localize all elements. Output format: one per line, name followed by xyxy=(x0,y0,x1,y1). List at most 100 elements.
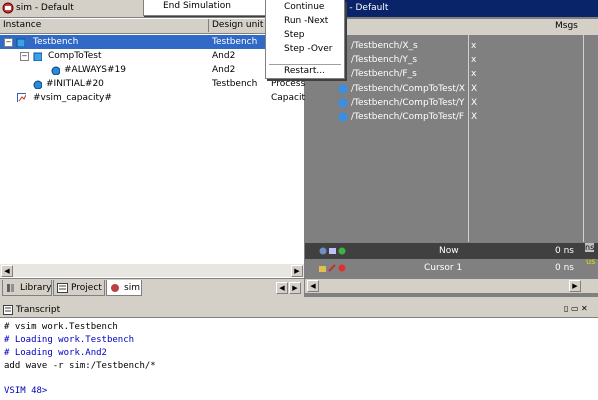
cursor-value: 0 ns xyxy=(555,263,574,273)
transcript-icon xyxy=(3,305,13,315)
menu-item-end-simulation[interactable]: End Simulation xyxy=(163,1,231,11)
column-header-design-unit-label: Design unit xyxy=(212,20,264,30)
wave-right-fragment: ns xyxy=(585,243,595,252)
transcript-line: # vsim work.Testbench xyxy=(4,322,118,332)
signal-value: X xyxy=(471,98,478,108)
design-unit: Testbench xyxy=(212,37,258,47)
scroll-left-button[interactable]: ◀ xyxy=(1,265,13,277)
transcript-line: add wave -r sim:/Testbench/* xyxy=(4,361,156,371)
signal-name: /Testbench/CompToTest/F xyxy=(351,112,465,122)
design-unit: And2 xyxy=(212,65,236,75)
wave-signal-row[interactable]: /Testbench/Y_s x xyxy=(305,53,598,67)
wave-right-fragment: us xyxy=(586,257,596,266)
window-controls-icon[interactable]: ▯ ▭ ✕ xyxy=(564,304,588,313)
wave-window-titlebar[interactable]: e - Default xyxy=(305,0,598,17)
column-header-design-unit[interactable]: Design unit xyxy=(209,19,269,32)
signal-diamond-icon xyxy=(337,83,349,95)
tree-column-headers: Instance Design unit xyxy=(0,19,304,34)
tab-sim-label: sim xyxy=(124,283,140,293)
transcript-pane: Transcript ▯ ▭ ✕ # vsim work.Testbench #… xyxy=(0,304,598,400)
tab-project[interactable]: Project xyxy=(53,280,105,296)
tree-row-always19[interactable]: #ALWAYS#19 And2 xyxy=(0,63,304,77)
signal-value: X xyxy=(471,112,478,122)
instance-name: #INITIAL#20 xyxy=(46,79,104,89)
tab-sim[interactable]: sim xyxy=(106,280,142,296)
sim-tab-bar: Library Project sim ◀ ▶ xyxy=(0,278,304,298)
scroll-left-button[interactable]: ◀ xyxy=(307,280,319,292)
process-icon xyxy=(33,80,42,89)
now-row[interactable]: Now 0 ns xyxy=(305,243,598,259)
sim-pane: sim - Default Instance Design unit − Tes… xyxy=(0,0,306,298)
wave-cursor-area: Now 0 ns Cursor 1 0 ns xyxy=(305,243,598,277)
collapse-icon[interactable]: − xyxy=(20,52,29,61)
sim-horizontal-scrollbar[interactable]: ◀ ▶ xyxy=(0,263,304,277)
signal-diamond-icon xyxy=(337,111,349,123)
instance-name: CompToTest xyxy=(48,51,102,61)
design-unit-type: Process xyxy=(271,79,306,89)
pane-splitter[interactable] xyxy=(0,297,598,304)
signal-name: /Testbench/CompToTest/X xyxy=(351,84,466,94)
simulate-menu: Continue Run -Next Step Step -Over Resta… xyxy=(265,0,345,79)
now-label: Now xyxy=(439,246,459,256)
tree-row-comptotest[interactable]: − CompToTest And2 xyxy=(0,49,304,63)
wave-signal-row[interactable]: /Testbench/F_s x xyxy=(305,67,598,81)
transcript-titlebar[interactable]: Transcript ▯ ▭ ✕ xyxy=(0,304,598,318)
wave-horizontal-scrollbar[interactable]: ◀ ▶ xyxy=(305,279,598,293)
design-unit: And2 xyxy=(212,51,236,61)
library-icon xyxy=(7,284,14,292)
signal-name: /Testbench/CompToTest/Y xyxy=(351,98,465,108)
tab-project-label: Project xyxy=(71,283,102,293)
signal-name: /Testbench/F_s xyxy=(351,69,417,79)
sim-icon xyxy=(111,284,119,292)
design-unit: Testbench xyxy=(212,79,258,89)
menu-item-step[interactable]: Step xyxy=(284,28,305,42)
instance-name: #vsim_capacity# xyxy=(33,93,112,103)
column-header-instance[interactable]: Instance xyxy=(0,19,209,32)
transcript-title: Transcript xyxy=(16,305,61,315)
signal-value: x xyxy=(471,69,477,79)
cursor-row[interactable]: Cursor 1 0 ns xyxy=(305,260,598,276)
menu-item-restart[interactable]: Restart... xyxy=(284,64,325,78)
signal-diamond-icon xyxy=(337,97,349,109)
wave-signal-row[interactable]: /Testbench/CompToTest/Y X xyxy=(305,96,598,110)
design-unit: Capacit xyxy=(271,93,306,103)
instance-name: #ALWAYS#19 xyxy=(64,65,126,75)
transcript-line: # Loading work.Testbench xyxy=(4,335,135,345)
sim-window-icon xyxy=(2,2,14,14)
signal-value: x xyxy=(471,55,477,65)
collapse-icon[interactable]: − xyxy=(4,38,13,47)
menu-item-continue[interactable]: Continue xyxy=(284,0,324,14)
wave-window-title: e - Default xyxy=(341,3,389,13)
wave-signal-row[interactable]: /Testbench/CompToTest/X X xyxy=(305,82,598,96)
signal-name: /Testbench/Y_s xyxy=(351,55,418,65)
instance-name: Testbench xyxy=(33,37,79,47)
msgs-header: Msgs xyxy=(555,21,578,31)
signal-value: X xyxy=(471,84,478,94)
module-icon xyxy=(33,52,42,61)
now-value: 0 ns xyxy=(555,246,574,256)
cursor-toolbar-icons[interactable] xyxy=(319,263,347,273)
tab-library-label: Library xyxy=(20,283,52,293)
signal-name: /Testbench/X_s xyxy=(351,41,418,51)
tree-row-initial20[interactable]: #INITIAL#20 Testbench Process xyxy=(0,77,306,91)
tree-row-vsim-capacity[interactable]: #vsim_capacity# Capacit xyxy=(0,91,306,105)
menu-item-run-next[interactable]: Run -Next xyxy=(284,14,328,28)
tab-scroll-left-button[interactable]: ◀ xyxy=(276,282,288,294)
signal-value: x xyxy=(471,41,477,51)
tab-library[interactable]: Library xyxy=(2,280,52,296)
wave-pane: e - Default Msgs /Testbench/X_s x /Testb… xyxy=(305,0,598,297)
process-icon xyxy=(51,66,60,75)
end-simulation-menu: End Simulation xyxy=(143,0,267,16)
wave-signal-row[interactable]: /Testbench/X_s x xyxy=(305,39,598,53)
capacity-icon xyxy=(17,93,26,102)
tree-row-testbench[interactable]: − Testbench Testbench xyxy=(0,35,304,49)
wave-signal-row[interactable]: /Testbench/CompToTest/F X xyxy=(305,110,598,124)
wave-column-headers: Msgs xyxy=(305,19,598,36)
scroll-right-button[interactable]: ▶ xyxy=(291,265,303,277)
tab-scroll-right-button[interactable]: ▶ xyxy=(289,282,301,294)
scroll-right-button[interactable]: ▶ xyxy=(569,280,581,292)
transcript-prompt[interactable]: VSIM 48> xyxy=(4,386,47,396)
menu-item-step-over[interactable]: Step -Over xyxy=(284,42,333,56)
now-toolbar-icons[interactable] xyxy=(319,246,347,256)
cursor-label: Cursor 1 xyxy=(424,263,463,273)
